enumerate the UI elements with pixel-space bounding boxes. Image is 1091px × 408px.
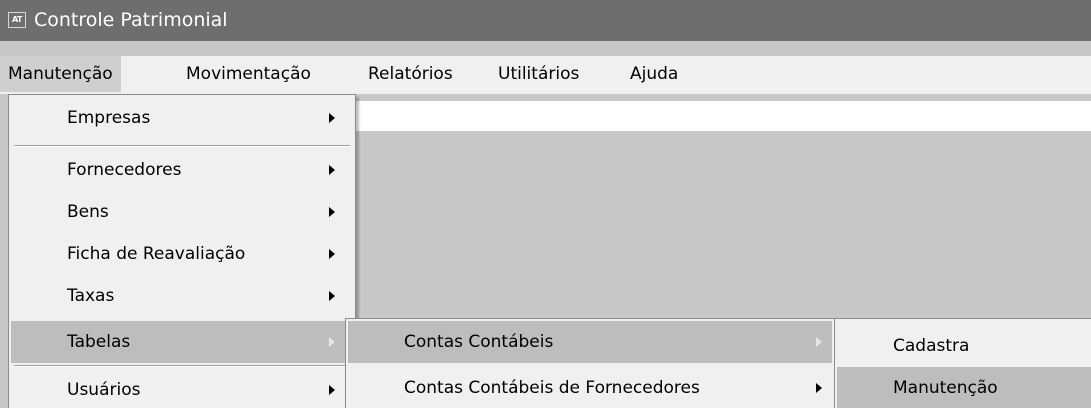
submenu-arrow-icon	[329, 207, 335, 217]
submenu-arrow-icon	[329, 337, 335, 347]
title-bar: AT Controle Patrimonial	[0, 0, 1091, 41]
menu-item-label: Empresas	[67, 108, 151, 128]
submenu-arrow-icon	[816, 383, 822, 393]
menu-item-label: Bens	[67, 202, 109, 222]
menu-item-manutencao[interactable]: Manutenção	[837, 367, 1091, 408]
menubar-item-movimentacao[interactable]: Movimentação	[178, 56, 319, 92]
submenu-arrow-icon	[329, 249, 335, 259]
submenu-arrow-icon	[329, 291, 335, 301]
menubar-item-relatorios[interactable]: Relatórios	[360, 56, 461, 92]
menu-item-label: Cadastra	[893, 336, 970, 356]
menu-item-label: Usuários	[67, 380, 141, 400]
menu-item-cadastra[interactable]: Cadastra	[837, 325, 1091, 367]
menu-item-label: Contas Contábeis	[404, 332, 554, 352]
menu-item-label: Ficha de Reavaliação	[67, 244, 246, 264]
content-area	[350, 101, 1091, 131]
menu-item-ficha-reavaliacao[interactable]: Ficha de Reavaliação	[11, 233, 353, 275]
tabelas-submenu: Contas Contábeis Contas Contábeis de For…	[345, 318, 835, 408]
submenu-arrow-icon	[816, 337, 822, 347]
menu-item-label: Fornecedores	[67, 160, 182, 180]
menu-item-label: Manutenção	[893, 378, 998, 398]
menu-item-taxas[interactable]: Taxas	[11, 275, 353, 317]
menu-item-contas-contabeis-fornecedores[interactable]: Contas Contábeis de Fornecedores	[348, 367, 832, 408]
menu-item-label: Tabelas	[67, 332, 131, 352]
submenu-arrow-icon	[329, 165, 335, 175]
menu-item-label: Contas Contábeis de Fornecedores	[404, 378, 700, 398]
menu-item-fornecedores[interactable]: Fornecedores	[11, 149, 353, 191]
app-icon: AT	[8, 12, 26, 28]
menu-bar: Manutenção Movimentação Relatórios Utili…	[0, 56, 1091, 94]
submenu-arrow-icon	[329, 113, 335, 123]
menubar-item-manutencao[interactable]: Manutenção	[0, 56, 121, 92]
window-title: Controle Patrimonial	[34, 9, 228, 31]
menu-item-contas-contabeis[interactable]: Contas Contábeis	[348, 321, 832, 363]
menubar-item-ajuda[interactable]: Ajuda	[622, 56, 686, 92]
menu-separator	[14, 365, 350, 367]
contas-contabeis-submenu: Cadastra Manutenção	[834, 318, 1091, 408]
manutencao-menu: Empresas Fornecedores Bens Ficha de Reav…	[8, 94, 356, 408]
menu-item-usuarios[interactable]: Usuários	[11, 369, 353, 408]
menu-item-empresas[interactable]: Empresas	[11, 97, 353, 139]
submenu-arrow-icon	[329, 385, 335, 395]
menubar-item-utilitarios[interactable]: Utilitários	[490, 56, 587, 92]
menu-item-bens[interactable]: Bens	[11, 191, 353, 233]
menu-item-label: Taxas	[67, 286, 115, 306]
menu-separator	[14, 145, 350, 147]
menu-item-tabelas[interactable]: Tabelas	[11, 321, 353, 363]
